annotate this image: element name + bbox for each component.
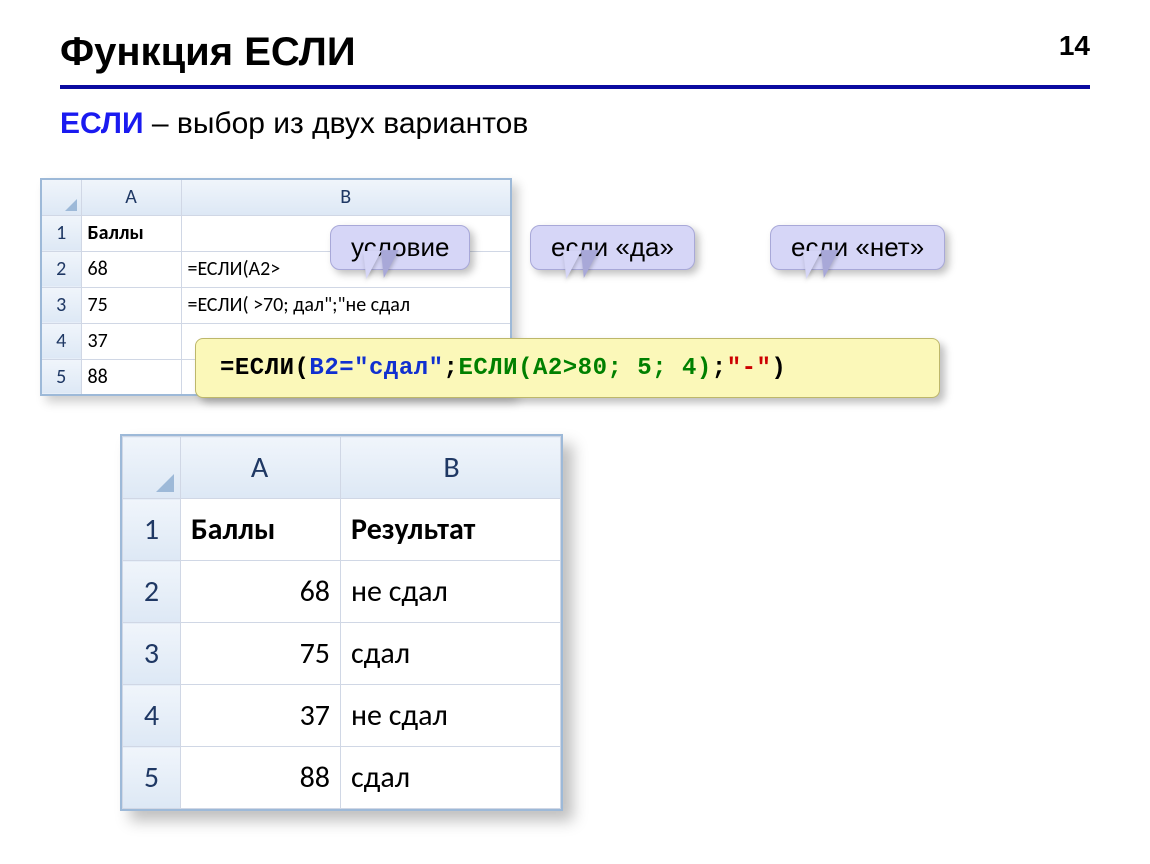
- cell[interactable]: 68: [81, 251, 181, 287]
- cell[interactable]: сдал: [341, 747, 561, 809]
- formula-text: ): [771, 355, 786, 382]
- col-header-b[interactable]: B: [181, 179, 511, 215]
- row-header[interactable]: 5: [123, 747, 181, 809]
- subtitle-keyword: ЕСЛИ: [60, 107, 144, 140]
- formula-condition: B2="сдал": [309, 355, 443, 382]
- callout-if-no: если «нет»: [770, 225, 945, 270]
- select-all-corner[interactable]: [123, 437, 181, 499]
- cell[interactable]: 68: [181, 561, 341, 623]
- col-header-a[interactable]: A: [181, 437, 341, 499]
- row-header[interactable]: 1: [123, 499, 181, 561]
- slide-title: Функция ЕСЛИ: [60, 30, 1090, 89]
- row-header[interactable]: 1: [41, 215, 81, 251]
- callout-if-yes: если «да»: [530, 225, 695, 270]
- spreadsheet-result: A B 1 Баллы Результат 2 68 не сдал 3 75 …: [122, 436, 561, 809]
- formula-text: ;: [444, 355, 459, 382]
- formula-false: "-": [727, 355, 772, 382]
- formula-text: ;: [712, 355, 727, 382]
- formula-true: ЕСЛИ(A2>80; 5; 4): [458, 355, 711, 382]
- col-header-b[interactable]: B: [341, 437, 561, 499]
- cell[interactable]: 75: [81, 287, 181, 323]
- subtitle-rest: – выбор из двух вариантов: [144, 107, 529, 140]
- cell-header[interactable]: Результат: [341, 499, 561, 561]
- row-header[interactable]: 2: [41, 251, 81, 287]
- row-header[interactable]: 5: [41, 359, 81, 395]
- callout-condition: условие: [330, 225, 470, 270]
- formula-text: =ЕСЛИ(: [220, 355, 309, 382]
- cell[interactable]: 37: [81, 323, 181, 359]
- cell[interactable]: 88: [181, 747, 341, 809]
- subtitle: ЕСЛИ – выбор из двух вариантов: [60, 107, 1090, 141]
- row-header[interactable]: 4: [41, 323, 81, 359]
- row-header[interactable]: 2: [123, 561, 181, 623]
- col-header-a[interactable]: A: [81, 179, 181, 215]
- cell[interactable]: Баллы: [81, 215, 181, 251]
- cell[interactable]: 88: [81, 359, 181, 395]
- cell[interactable]: не сдал: [341, 685, 561, 747]
- select-all-corner[interactable]: [41, 179, 81, 215]
- cell[interactable]: не сдал: [341, 561, 561, 623]
- cell[interactable]: 37: [181, 685, 341, 747]
- page-number: 14: [1059, 30, 1090, 62]
- cell[interactable]: сдал: [341, 623, 561, 685]
- row-header[interactable]: 4: [123, 685, 181, 747]
- formula-box: =ЕСЛИ( B2="сдал" ; ЕСЛИ(A2>80; 5; 4) ; "…: [195, 338, 940, 398]
- cell-header[interactable]: Баллы: [181, 499, 341, 561]
- cell[interactable]: 75: [181, 623, 341, 685]
- row-header[interactable]: 3: [41, 287, 81, 323]
- row-header[interactable]: 3: [123, 623, 181, 685]
